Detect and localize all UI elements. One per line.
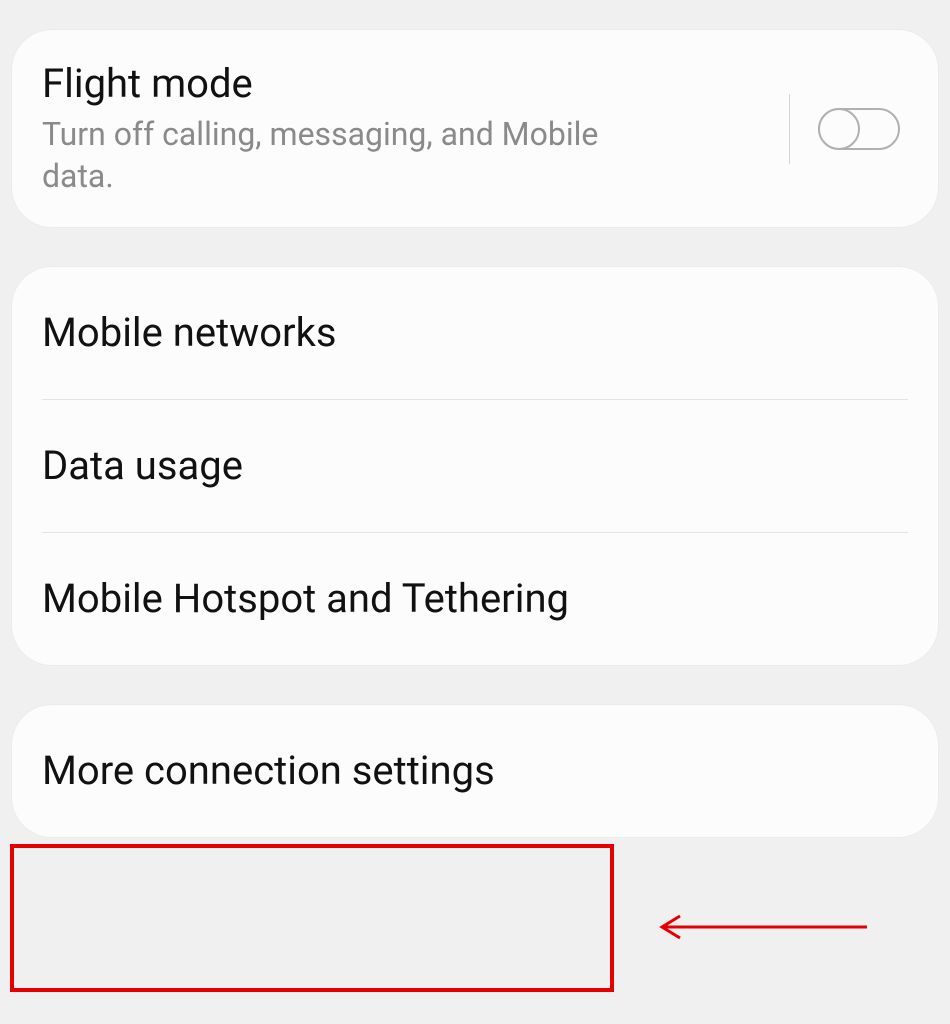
annotation-arrow-icon [652,912,872,942]
flight-mode-toggle[interactable] [818,108,900,150]
flight-mode-row[interactable]: Flight mode Turn off calling, messaging,… [12,30,938,227]
annotation-highlight-box [10,844,614,992]
more-connection-settings-row[interactable]: More connection settings [12,705,938,837]
flight-mode-title: Flight mode [42,60,779,108]
more-connection-settings-label: More connection settings [42,747,908,795]
mobile-networks-row[interactable]: Mobile networks [12,267,938,399]
mobile-networks-label: Mobile networks [42,309,908,357]
network-card: Mobile networks Data usage Mobile Hotspo… [12,267,938,665]
flight-mode-subtitle: Turn off calling, messaging, and Mobile … [42,114,662,197]
data-usage-row[interactable]: Data usage [12,400,938,532]
hotspot-tethering-label: Mobile Hotspot and Tethering [42,575,908,623]
vertical-separator [789,94,790,164]
data-usage-label: Data usage [42,442,908,490]
hotspot-tethering-row[interactable]: Mobile Hotspot and Tethering [12,533,938,665]
flight-mode-text: Flight mode Turn off calling, messaging,… [42,60,779,197]
more-connection-card: More connection settings [12,705,938,837]
flight-mode-card: Flight mode Turn off calling, messaging,… [12,30,938,227]
toggle-thumb [818,108,860,150]
